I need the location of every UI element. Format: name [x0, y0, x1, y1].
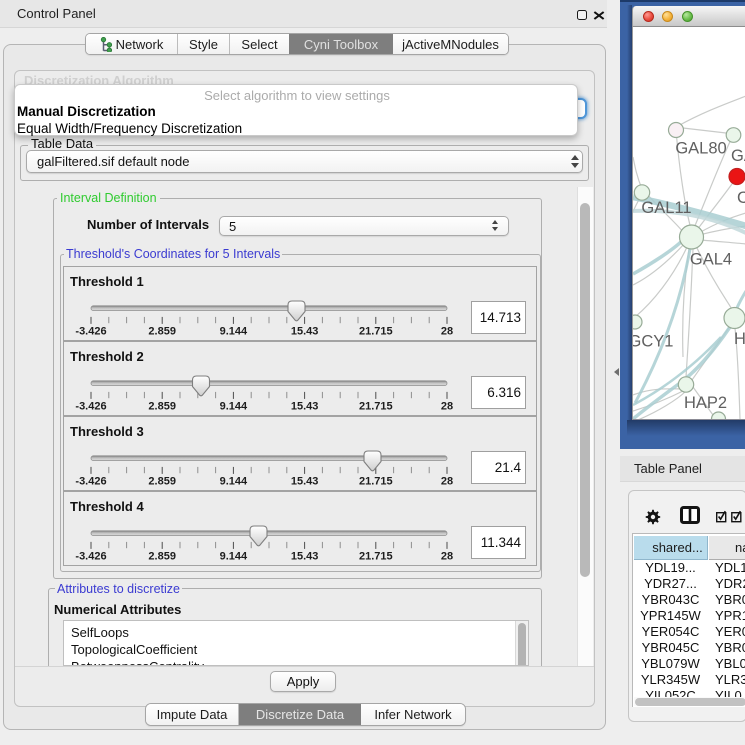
svg-text:2.859: 2.859 — [148, 401, 176, 413]
svg-text:-3.426: -3.426 — [75, 476, 106, 488]
svg-text:9.144: 9.144 — [220, 401, 248, 413]
svg-text:2.859: 2.859 — [148, 551, 176, 563]
svg-text:28: 28 — [441, 551, 453, 563]
svg-text:15.43: 15.43 — [291, 551, 319, 563]
svg-text:15.43: 15.43 — [291, 326, 319, 338]
svg-text:GAL80: GAL80 — [675, 140, 726, 158]
svg-text:21.715: 21.715 — [359, 401, 393, 413]
svg-text:21.715: 21.715 — [359, 551, 393, 563]
svg-text:-3.426: -3.426 — [75, 401, 106, 413]
svg-text:9.144: 9.144 — [220, 326, 248, 338]
svg-text:28: 28 — [441, 476, 453, 488]
svg-text:H: H — [734, 330, 745, 348]
svg-text:GAL11: GAL11 — [641, 199, 691, 217]
svg-text:-3.426: -3.426 — [75, 326, 106, 338]
svg-text:28: 28 — [441, 401, 453, 413]
svg-text:GAL4: GAL4 — [690, 251, 732, 269]
svg-text:15.43: 15.43 — [291, 476, 319, 488]
svg-text:21.715: 21.715 — [359, 326, 393, 338]
svg-text:C: C — [737, 189, 745, 207]
svg-text:GA: GA — [731, 147, 745, 165]
svg-text:9.144: 9.144 — [220, 476, 248, 488]
svg-text:9.144: 9.144 — [220, 551, 248, 563]
svg-text:-3.426: -3.426 — [75, 551, 106, 563]
svg-text:28: 28 — [441, 326, 453, 338]
svg-text:GCY1: GCY1 — [633, 333, 673, 351]
svg-text:HAP2: HAP2 — [684, 394, 727, 412]
svg-text:15.43: 15.43 — [291, 401, 319, 413]
svg-text:2.859: 2.859 — [148, 476, 176, 488]
svg-text:21.715: 21.715 — [359, 476, 393, 488]
svg-text:2.859: 2.859 — [148, 326, 176, 338]
